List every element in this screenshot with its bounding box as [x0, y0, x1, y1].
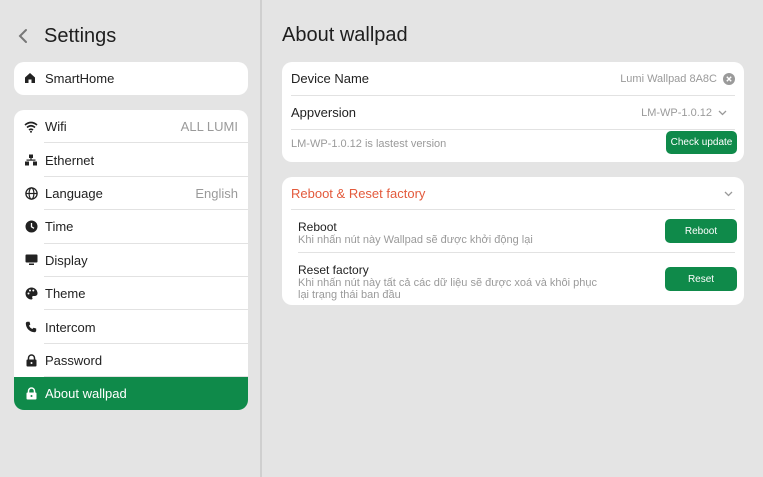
section-title: Reboot & Reset factory — [291, 186, 426, 201]
sidebar-item-label: Display — [45, 252, 88, 268]
reset-button[interactable]: Reset — [665, 267, 737, 291]
sidebar-item-language[interactable]: Language English — [14, 177, 248, 211]
sidebar-item-value: ALL LUMI — [180, 119, 238, 135]
sidebar-item-label: Theme — [45, 286, 86, 302]
device-name-row: Device Name Lumi Wallpad 8A8C — [291, 70, 735, 87]
latest-version-text: LM-WP-1.0.12 is lastest version — [291, 138, 447, 150]
sidebar-item-label: Intercom — [45, 319, 96, 335]
home-icon — [24, 72, 38, 86]
sidebar-item-label: SmartHome — [45, 71, 115, 86]
chevron-left-icon — [18, 29, 27, 43]
check-update-button[interactable]: Check update — [666, 131, 737, 154]
device-name-label: Device Name — [291, 71, 370, 86]
sidebar-menu: Wifi ALL LUMI Ethernet Language English … — [14, 110, 248, 410]
reset-description: Khi nhấn nút này tất cả các dữ liệu sẽ đ… — [298, 277, 597, 301]
sidebar-item-about-wallpad[interactable]: About wallpad — [14, 377, 248, 410]
divider — [298, 252, 735, 253]
sidebar-item-value: English — [195, 185, 238, 201]
sidebar-item-label: Time — [45, 219, 74, 235]
palette-icon — [24, 287, 38, 301]
phone-icon — [24, 320, 38, 334]
sidebar-item-smarthome[interactable]: SmartHome — [14, 62, 248, 95]
device-info-card: Device Name Lumi Wallpad 8A8C Appversion… — [282, 62, 744, 162]
clock-icon — [24, 220, 38, 234]
clear-icon[interactable] — [723, 72, 735, 85]
back-button[interactable] — [18, 22, 34, 50]
appversion-row[interactable]: Appversion LM-WP-1.0.12 — [291, 104, 735, 121]
sidebar-item-label: Wifi — [45, 119, 67, 135]
device-name-value: Lumi Wallpad 8A8C — [620, 72, 717, 85]
reboot-label: Reboot — [298, 220, 337, 234]
reboot-description: Khi nhấn nút này Wallpad sẽ được khởi độ… — [298, 234, 533, 246]
sidebar-item-label: About wallpad — [45, 386, 127, 402]
sidebar-item-display[interactable]: Display — [14, 244, 248, 278]
sidebar-item-label: Ethernet — [45, 152, 95, 168]
chevron-down-icon — [724, 191, 733, 197]
sidebar-item-time[interactable]: Time — [14, 210, 248, 244]
divider — [291, 209, 735, 210]
sidebar-title: Settings — [44, 24, 117, 47]
sidebar-item-wifi[interactable]: Wifi ALL LUMI — [14, 110, 248, 144]
sidebar-item-password[interactable]: Password — [14, 344, 248, 378]
sidebar-item-label: Password — [45, 352, 103, 368]
lock-icon — [24, 387, 38, 401]
sidebar: Settings SmartHome Wifi ALL LUMI Etherne… — [0, 0, 262, 477]
lock-icon — [24, 353, 38, 367]
reboot-button[interactable]: Reboot — [665, 219, 737, 243]
reboot-reset-card: Reboot & Reset factory Reboot Khi nhấn n… — [282, 177, 744, 305]
reset-info: Reset factory Khi nhấn nút này tất cả cá… — [298, 263, 603, 301]
sidebar-item-ethernet[interactable]: Ethernet — [14, 143, 248, 178]
divider — [291, 129, 735, 130]
sidebar-item-intercom[interactable]: Intercom — [14, 310, 248, 345]
globe-icon — [24, 186, 38, 200]
wifi-icon — [24, 120, 38, 134]
sidebar-header: Settings — [18, 22, 116, 50]
sidebar-item-label: Language — [45, 185, 103, 201]
divider — [291, 95, 735, 96]
monitor-icon — [24, 253, 38, 267]
appversion-value: LM-WP-1.0.12 — [641, 106, 712, 119]
page-title: About wallpad — [282, 24, 408, 46]
ethernet-icon — [24, 153, 38, 167]
sidebar-item-theme[interactable]: Theme — [14, 277, 248, 311]
reboot-reset-header[interactable]: Reboot & Reset factory — [291, 185, 735, 202]
appversion-label: Appversion — [291, 105, 357, 120]
chevron-down-icon — [718, 110, 727, 116]
reset-label: Reset factory — [298, 263, 369, 277]
reboot-info: Reboot Khi nhấn nút này Wallpad sẽ được … — [298, 220, 638, 246]
